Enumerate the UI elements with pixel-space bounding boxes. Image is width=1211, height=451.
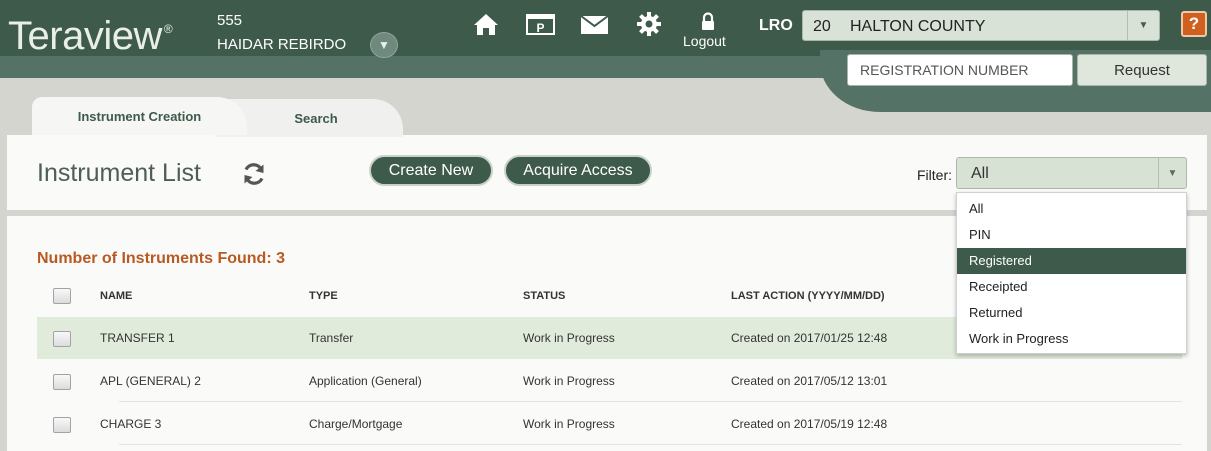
row-checkbox[interactable] [53, 417, 71, 433]
mail-icon[interactable] [580, 15, 610, 35]
cell-status: Work in Progress [523, 374, 615, 388]
tab-instrument-creation[interactable]: Instrument Creation [32, 97, 247, 135]
filter-option-all[interactable]: All [957, 196, 1186, 222]
select-all-checkbox[interactable] [53, 288, 71, 304]
lro-label: LRO [759, 17, 793, 34]
lro-select[interactable]: 20 HALTON COUNTY ▼ [802, 10, 1160, 41]
cell-name: CHARGE 3 [100, 417, 162, 431]
chevron-down-icon[interactable]: ▼ [1127, 11, 1159, 40]
filter-option-returned[interactable]: Returned [957, 300, 1186, 326]
filter-dropdown-list: All PIN Registered Receipted Returned Wo… [956, 192, 1187, 354]
filter-select[interactable]: All ▼ [956, 157, 1187, 189]
acquire-access-button[interactable]: Acquire Access [504, 155, 652, 186]
user-number: 555 [217, 12, 243, 29]
column-header-name[interactable]: NAME [100, 290, 132, 302]
filter-label: Filter: [917, 167, 952, 183]
instrument-count: Number of Instruments Found: 3 [37, 250, 285, 267]
cell-status: Work in Progress [523, 331, 615, 345]
column-header-status[interactable]: STATUS [523, 290, 565, 302]
cell-status: Work in Progress [523, 417, 615, 431]
lro-name: HALTON COUNTY [850, 18, 986, 35]
row-checkbox[interactable] [53, 331, 71, 347]
refresh-icon[interactable] [241, 161, 267, 187]
filter-selected-value: All [971, 165, 989, 182]
column-header-type[interactable]: TYPE [309, 290, 338, 302]
help-button[interactable]: ? [1181, 11, 1207, 37]
user-name: HAIDAR REBIRDO [217, 36, 347, 53]
table-row[interactable]: APL (GENERAL) 2 Application (General) Wo… [37, 360, 1182, 402]
user-menu-chevron-down-icon[interactable]: ▼ [370, 32, 398, 58]
app-header: Teraview ® 555 HAIDAR REBIRDO ▼ P Logout… [0, 0, 1211, 112]
create-new-button[interactable]: Create New [369, 155, 493, 186]
registration-number-input[interactable] [847, 54, 1073, 86]
column-header-last-action[interactable]: LAST ACTION (YYYY/MM/DD) [731, 290, 885, 302]
home-icon[interactable] [472, 12, 500, 36]
row-divider [119, 444, 1182, 445]
cell-name: APL (GENERAL) 2 [100, 374, 201, 388]
row-checkbox[interactable] [53, 374, 71, 390]
cell-name: TRANSFER 1 [100, 331, 175, 345]
page-title: Instrument List [37, 159, 201, 187]
cell-type: Transfer [309, 331, 354, 345]
request-button[interactable]: Request [1077, 54, 1207, 86]
cell-type: Charge/Mortgage [309, 417, 403, 431]
cell-last-action: Created on 2017/05/12 13:01 [731, 374, 888, 388]
svg-text:P: P [536, 21, 544, 35]
logout-link[interactable]: Logout [683, 33, 726, 49]
gear-icon[interactable] [636, 11, 662, 37]
table-row[interactable]: CHARGE 3 Charge/Mortgage Work in Progres… [37, 403, 1182, 445]
cell-type: Application (General) [309, 374, 422, 388]
chevron-down-icon[interactable]: ▼ [1158, 158, 1186, 188]
parking-icon[interactable]: P [526, 13, 556, 37]
lock-icon[interactable] [700, 12, 716, 32]
teraview-logo: Teraview ® [8, 14, 173, 58]
row-divider [119, 401, 1182, 402]
cell-last-action: Created on 2017/01/25 12:48 [731, 331, 888, 345]
filter-option-receipted[interactable]: Receipted [957, 274, 1186, 300]
cell-last-action: Created on 2017/05/19 12:48 [731, 417, 888, 431]
lro-code: 20 [813, 18, 831, 35]
filter-option-registered[interactable]: Registered [957, 248, 1186, 274]
filter-option-work-in-progress[interactable]: Work in Progress [957, 326, 1186, 352]
filter-option-pin[interactable]: PIN [957, 222, 1186, 248]
